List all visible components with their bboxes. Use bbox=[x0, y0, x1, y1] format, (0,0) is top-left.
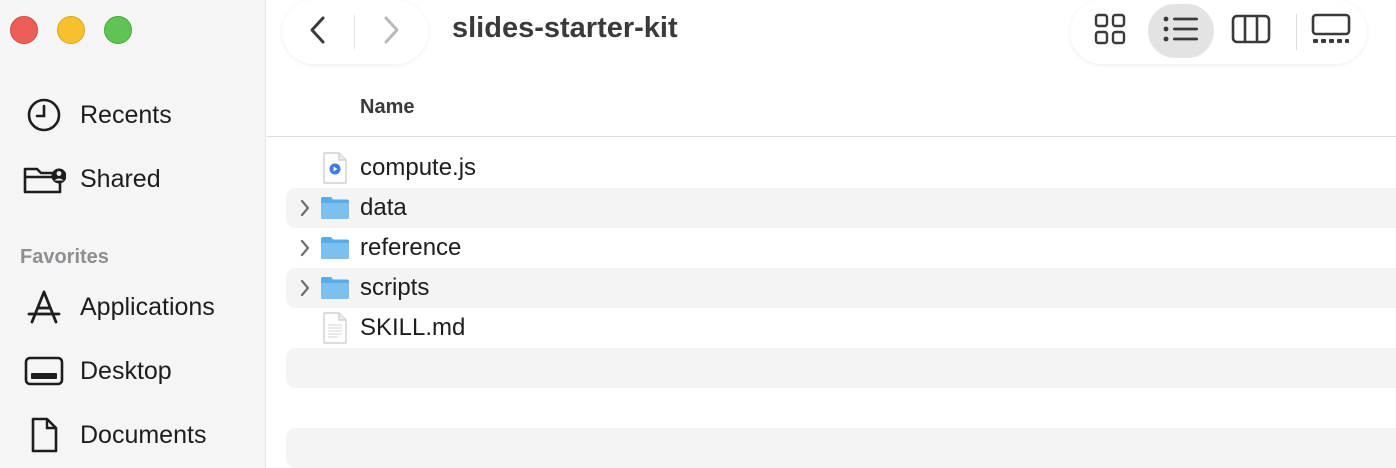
chevron-right-icon bbox=[381, 15, 401, 50]
clock-icon bbox=[22, 93, 66, 137]
file-name: reference bbox=[360, 234, 462, 261]
text-file-icon bbox=[319, 312, 351, 344]
sidebar-item-applications[interactable]: Applications bbox=[22, 285, 252, 329]
sidebar-item-label: Desktop bbox=[80, 356, 172, 385]
navigation-controls bbox=[282, 0, 428, 64]
favorites-section-title: Favorites bbox=[20, 246, 109, 268]
javascript-file-icon bbox=[319, 152, 351, 184]
grid-icon bbox=[1094, 13, 1126, 50]
gallery-icon bbox=[1311, 13, 1351, 50]
shared-folder-icon bbox=[22, 157, 66, 201]
close-window-button[interactable] bbox=[10, 16, 38, 44]
sidebar-item-documents[interactable]: Documents bbox=[22, 413, 252, 457]
file-list: compute.js data reference scripts SKILL.… bbox=[286, 148, 1396, 468]
sidebar-item-recents[interactable]: Recents bbox=[22, 93, 252, 137]
zoom-window-button[interactable] bbox=[104, 16, 132, 44]
file-name: data bbox=[360, 194, 407, 221]
file-name: compute.js bbox=[360, 154, 477, 181]
sidebar-item-desktop[interactable]: Desktop bbox=[22, 349, 252, 393]
minimize-window-button[interactable] bbox=[57, 16, 85, 44]
document-icon bbox=[22, 413, 66, 457]
window-controls bbox=[10, 16, 132, 44]
desktop-icon bbox=[22, 349, 66, 393]
columns-icon bbox=[1231, 14, 1271, 49]
gallery-view-button[interactable] bbox=[1298, 4, 1364, 58]
folder-icon bbox=[319, 192, 351, 224]
list-item[interactable]: compute.js bbox=[286, 148, 1396, 188]
view-mode-switcher bbox=[1070, 0, 1367, 64]
sidebar-item-label: Documents bbox=[80, 420, 207, 449]
file-name: scripts bbox=[360, 274, 430, 301]
column-header[interactable]: Name bbox=[267, 88, 1396, 137]
column-view-button[interactable] bbox=[1218, 4, 1284, 58]
list-item[interactable]: scripts bbox=[286, 268, 1396, 308]
chevron-left-icon bbox=[308, 15, 328, 50]
sidebar-item-label: Recents bbox=[80, 100, 172, 129]
forward-button[interactable] bbox=[355, 0, 427, 64]
name-column-header[interactable]: Name bbox=[360, 96, 414, 119]
list-item[interactable]: reference bbox=[286, 228, 1396, 268]
sidebar: Recents Shared Favorites Applications De… bbox=[0, 0, 266, 468]
empty-row bbox=[286, 388, 1396, 428]
sidebar-item-label: Applications bbox=[80, 292, 215, 321]
icon-view-button[interactable] bbox=[1077, 4, 1143, 58]
window-title: slides-starter-kit bbox=[452, 12, 678, 44]
list-item[interactable]: data bbox=[286, 188, 1396, 228]
folder-icon bbox=[319, 232, 351, 264]
list-view-button[interactable] bbox=[1148, 4, 1214, 58]
applications-icon bbox=[22, 285, 66, 329]
empty-row bbox=[286, 428, 1396, 468]
disclosure-chevron-icon[interactable] bbox=[294, 196, 316, 220]
sidebar-item-shared[interactable]: Shared bbox=[22, 157, 252, 201]
file-name: SKILL.md bbox=[360, 314, 466, 341]
disclosure-chevron-icon[interactable] bbox=[294, 236, 316, 260]
back-button[interactable] bbox=[282, 0, 354, 64]
view-divider bbox=[1296, 14, 1297, 50]
folder-icon bbox=[319, 272, 351, 304]
disclosure-chevron-icon[interactable] bbox=[294, 276, 316, 300]
empty-row bbox=[286, 348, 1396, 388]
sidebar-item-label: Shared bbox=[80, 164, 161, 193]
list-icon bbox=[1163, 15, 1199, 48]
list-item[interactable]: SKILL.md bbox=[286, 308, 1396, 348]
